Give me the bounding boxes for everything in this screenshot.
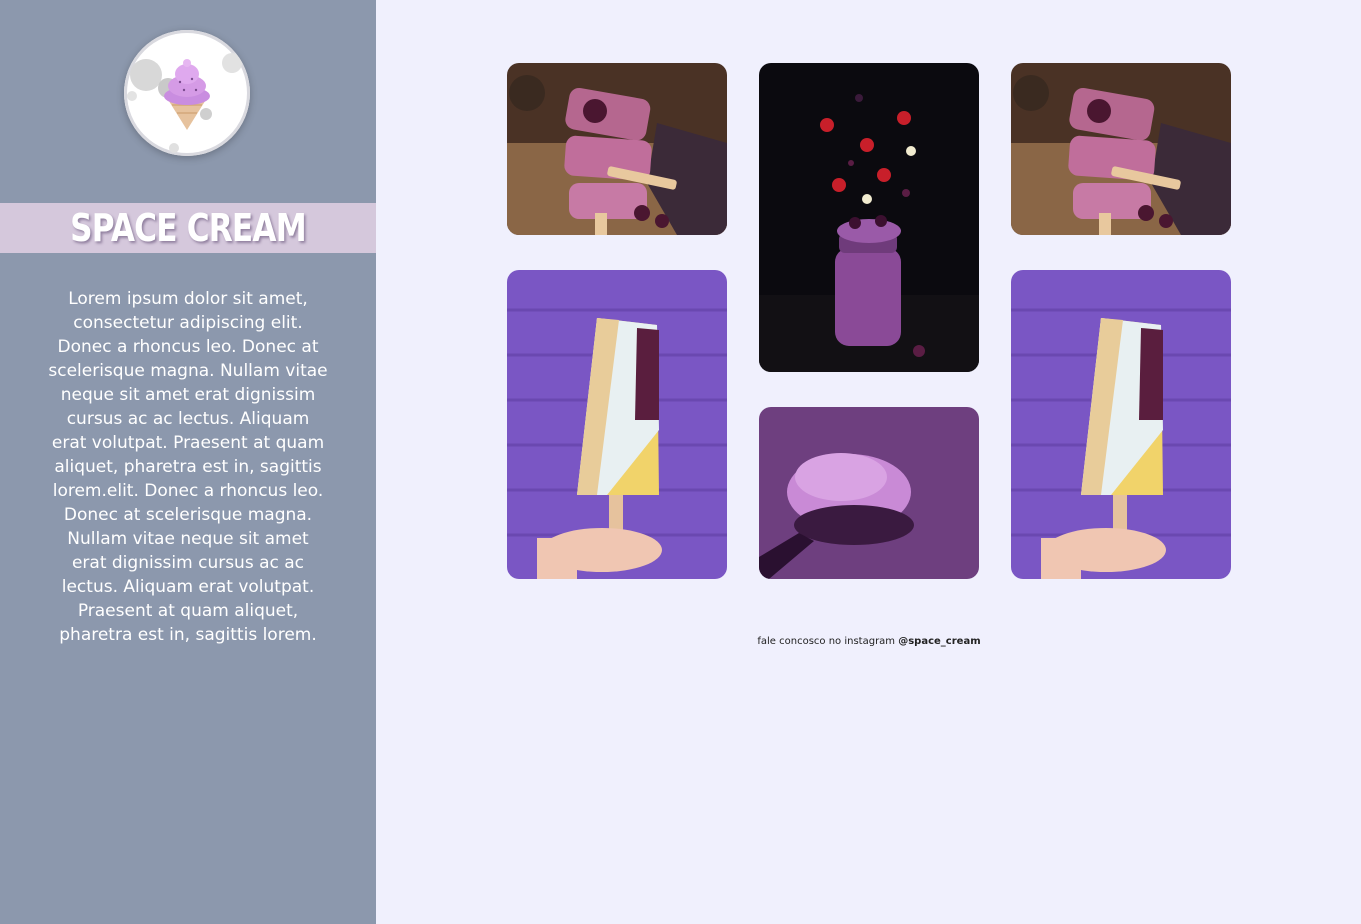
gallery-photo-ice-cream-scoop[interactable]: [759, 407, 979, 579]
ice-cream-cone-icon: [127, 33, 247, 153]
gallery-photo-nut-popsicle-1[interactable]: [507, 270, 727, 579]
about-text: Lorem ipsum dolor sit amet, consectetur …: [48, 289, 328, 645]
sidebar: SPACE CREAM Lorem ipsum dolor sit amet, …: [0, 0, 376, 924]
gallery-photo-popsicles-1[interactable]: [507, 63, 727, 235]
brand-title: SPACE CREAM: [70, 206, 307, 250]
gallery-photo-nut-popsicle-2[interactable]: [1011, 270, 1231, 579]
instagram-handle-link[interactable]: @space_cream: [898, 636, 980, 647]
footer: fale concosco no instagram @space_cream: [700, 636, 1038, 647]
brand-logo[interactable]: [124, 30, 250, 156]
gallery-photo-smoothie-jar[interactable]: [759, 63, 979, 372]
footer-prefix: fale concosco no instagram: [757, 636, 896, 647]
gallery-photo-popsicles-2[interactable]: [1011, 63, 1231, 235]
